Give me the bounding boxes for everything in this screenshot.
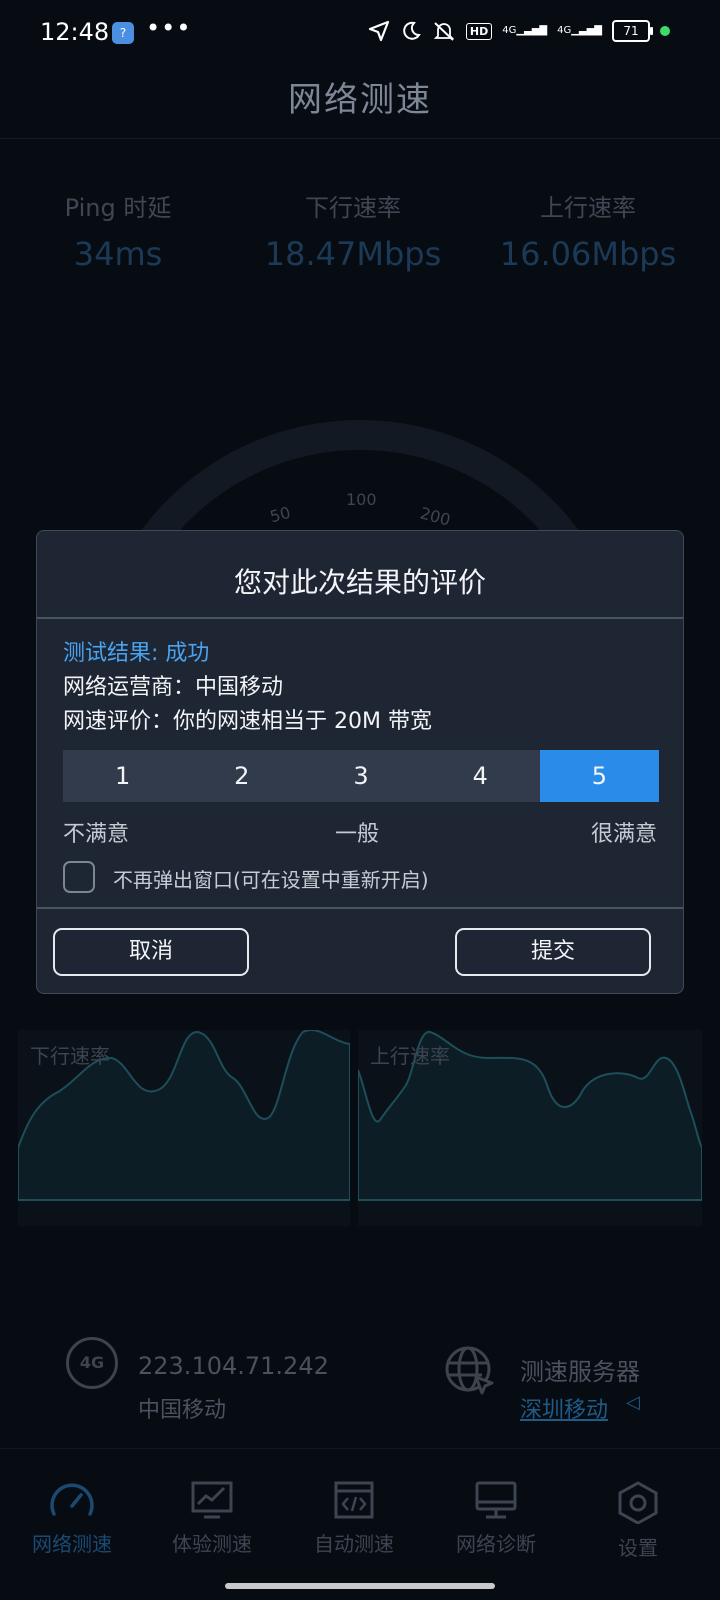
globe-cursor-icon: [445, 1346, 494, 1395]
status-icons: HD 4G▁▃▅▇ 4G▁▃▅▇ 71: [368, 20, 670, 42]
nav-label: 网络测速: [32, 1532, 112, 1556]
ip-address: 223.104.71.242: [138, 1352, 329, 1380]
privacy-indicator-icon: [660, 26, 670, 36]
stat-download-value: 18.47Mbps: [264, 235, 442, 273]
submit-button[interactable]: 提交: [455, 928, 651, 976]
speedometer-icon: [50, 1483, 94, 1516]
rating-option-1[interactable]: 1: [63, 750, 182, 802]
title-divider: [0, 138, 720, 139]
rating-option-2[interactable]: 2: [182, 750, 301, 802]
server-select-arrow-icon[interactable]: ◁: [626, 1392, 640, 1413]
stat-download: 下行速率 18.47Mbps: [253, 188, 453, 273]
nav-label: 自动测速: [314, 1532, 394, 1556]
status-time: 12:48: [40, 18, 110, 46]
dialog-divider: [37, 617, 683, 619]
network-type-2: 4G: [557, 25, 572, 36]
network-4g-icon: 4G: [66, 1337, 118, 1389]
experience-chart-icon: [191, 1481, 233, 1519]
carrier-name: 中国移动: [138, 1398, 227, 1423]
stat-ping: Ping 时延 34ms: [18, 188, 218, 273]
nav-divider: [0, 1448, 720, 1449]
gauge-tick: 100: [346, 490, 377, 509]
battery-icon: 71: [612, 20, 653, 42]
test-result-text: 测试结果: 成功: [63, 641, 210, 666]
rating-selector: 1 2 3 4 5: [63, 750, 660, 802]
dont-show-again-label[interactable]: 不再弹出窗口(可在设置中重新开启): [113, 864, 429, 893]
stat-upload-value: 16.06Mbps: [499, 235, 677, 273]
rating-option-5[interactable]: 5: [539, 750, 660, 802]
download-speed-chart: 下行速率: [18, 1030, 350, 1226]
settings-icon: [618, 1481, 658, 1524]
rating-dialog: 您对此次结果的评价 测试结果: 成功 网络运营商：中国移动 网速评价：你的网速相…: [36, 530, 684, 994]
dialog-divider: [37, 907, 683, 909]
nav-label: 设置: [618, 1536, 658, 1560]
rating-option-4[interactable]: 4: [421, 750, 540, 802]
moon-icon: [403, 21, 421, 40]
stat-upload: 上行速率 16.06Mbps: [488, 188, 688, 273]
nav-label: 网络诊断: [456, 1532, 536, 1556]
location-icon: [368, 20, 389, 42]
stat-download-label: 下行速率: [305, 194, 401, 222]
nav-item-speed-test[interactable]: 网络测速: [0, 1480, 144, 1557]
mute-bell-icon: [433, 22, 455, 41]
cancel-button[interactable]: 取消: [53, 928, 249, 976]
scale-label-high: 很满意: [590, 822, 657, 847]
carrier-text: 网络运营商：中国移动: [63, 675, 284, 700]
download-chart-label: 下行速率: [30, 1044, 110, 1068]
monitor-icon: [475, 1481, 517, 1519]
signal-2-icon: 4G▁▃▅▇: [557, 25, 602, 36]
app-notification-icon: ?: [112, 22, 134, 44]
stat-ping-label: Ping 时延: [64, 194, 172, 222]
status-bar: 12:48 ? ••• HD 4G▁▃▅▇ 4G▁▃▅▇ 71: [0, 0, 720, 70]
home-indicator[interactable]: [225, 1583, 495, 1589]
speed-evaluation-text: 网速评价：你的网速相当于 20M 带宽: [63, 709, 432, 734]
dialog-title: 您对此次结果的评价: [233, 566, 486, 599]
nav-label: 体验测速: [172, 1532, 252, 1556]
stat-upload-label: 上行速率: [540, 194, 636, 222]
page-title: 网络测速: [288, 80, 432, 120]
scale-label-mid: 一般: [335, 822, 380, 847]
scale-label-low: 不满意: [63, 822, 130, 847]
stat-ping-value: 34ms: [73, 235, 163, 273]
more-notifications-icon: •••: [146, 14, 192, 42]
nav-item-auto-test[interactable]: 自动测速: [282, 1480, 426, 1557]
signal-1-icon: 4G▁▃▅▇: [502, 25, 548, 36]
upload-speed-chart: 上行速率: [358, 1030, 702, 1226]
nav-item-experience-test[interactable]: 体验测速: [140, 1480, 284, 1557]
dont-show-again-checkbox[interactable]: [63, 861, 95, 893]
upload-chart-label: 上行速率: [370, 1044, 450, 1068]
hd-badge: HD: [465, 22, 493, 40]
server-link[interactable]: 深圳移动: [520, 1392, 608, 1424]
rating-option-3[interactable]: 3: [301, 750, 420, 802]
network-type-1: 4G: [502, 25, 517, 36]
nav-item-diagnosis[interactable]: 网络诊断: [424, 1480, 568, 1557]
auto-test-icon: [334, 1481, 374, 1519]
nav-item-settings[interactable]: 设置: [566, 1480, 710, 1561]
server-title: 测速服务器: [520, 1358, 640, 1386]
